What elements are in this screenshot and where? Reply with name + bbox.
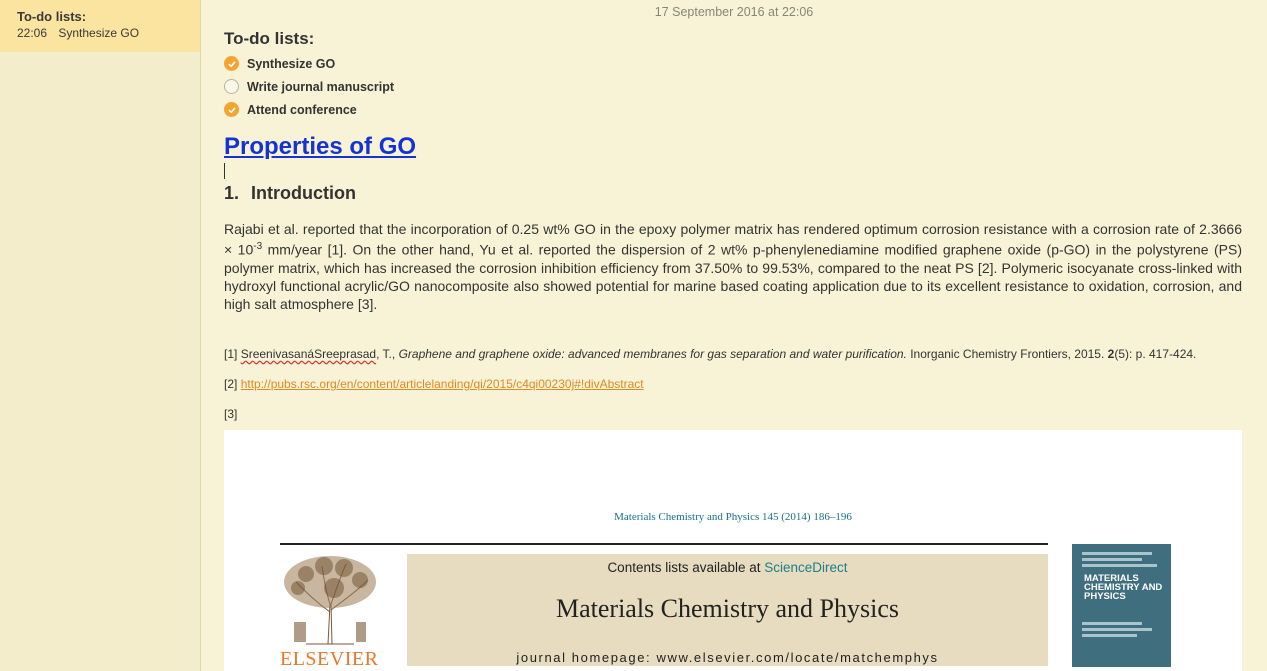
checklist-item-label[interactable]: Attend conference	[247, 103, 357, 117]
publisher-name: ELSEVIER	[280, 648, 379, 670]
embedded-paper-image[interactable]: Materials Chemistry and Physics 145 (201…	[224, 430, 1242, 671]
checklist-item: Attend conference	[224, 98, 394, 121]
section-heading: 1. Introduction	[224, 183, 356, 204]
checklist-item-label[interactable]: Write journal manuscript	[247, 80, 394, 94]
note-list-item-preview: Synthesize GO	[58, 26, 140, 40]
divider	[280, 543, 1048, 545]
checklist-item: Synthesize GO	[224, 52, 394, 75]
journal-cover-image: MATERIALS CHEMISTRY AND PHYSICS	[1072, 544, 1171, 667]
contents-available: Contents lists available at ScienceDirec…	[407, 560, 1048, 575]
reference-title: Graphene and graphene oxide: advanced me…	[398, 347, 907, 361]
reference-number: [2]	[224, 377, 238, 391]
reference-number: [1]	[224, 347, 238, 361]
reference-2: [2] http://pubs.rsc.org/en/content/artic…	[224, 377, 644, 391]
body-paragraph[interactable]: Rajabi et al. reported that the incorpor…	[224, 220, 1242, 314]
notes-sidebar: To-do lists: 22:06 Synthesize GO	[0, 0, 201, 671]
section-title: Introduction	[251, 183, 356, 203]
reference-number: [3]	[224, 407, 238, 421]
note-list-item-subtitle: 22:06 Synthesize GO	[17, 26, 200, 40]
reference-pages: (5): p. 417-424.	[1114, 347, 1197, 361]
todo-title[interactable]: To-do lists:	[224, 29, 314, 49]
reference-author: SreenivasanáSreeprasad	[240, 347, 377, 361]
section-number: 1.	[224, 183, 240, 203]
checklist-item: Write journal manuscript	[224, 75, 394, 98]
paragraph-exponent: -3	[253, 241, 263, 253]
checklist-item-label[interactable]: Synthesize GO	[247, 57, 335, 71]
paragraph-text: mm/year [1]. On the other hand, Yu et al…	[224, 241, 1243, 313]
sciencedirect-link: ScienceDirect	[764, 560, 848, 575]
paper-journal-reference: Materials Chemistry and Physics 145 (201…	[614, 511, 852, 523]
text-cursor	[224, 163, 225, 179]
note-list-item-time: 22:06	[17, 26, 48, 40]
tree-icon	[284, 556, 376, 645]
journal-banner: Contents lists available at ScienceDirec…	[407, 554, 1048, 666]
heading-link[interactable]: Properties of GO	[224, 133, 416, 161]
cover-stripe	[1082, 564, 1157, 567]
reference-author-initial: , T.,	[376, 347, 399, 361]
reference-link[interactable]: http://pubs.rsc.org/en/content/articlela…	[241, 377, 644, 391]
journal-homepage: journal homepage: www.elsevier.com/locat…	[516, 650, 939, 665]
checked-circle-icon[interactable]	[224, 56, 239, 71]
reference-3: [3]	[224, 407, 237, 421]
note-list-item-title: To-do lists:	[17, 9, 87, 24]
cover-stripe	[1082, 558, 1142, 561]
contents-available-text: Contents lists available at	[607, 560, 765, 575]
journal-title: Materials Chemistry and Physics	[555, 594, 899, 623]
note-date: 17 September 2016 at 22:06	[654, 5, 814, 19]
checked-circle-icon[interactable]	[224, 102, 239, 117]
checklist: Synthesize GO Write journal manuscript A…	[224, 52, 394, 121]
cover-stripe	[1082, 628, 1152, 631]
cover-title: MATERIALS CHEMISTRY AND PHYSICS	[1084, 573, 1163, 602]
note-list-item[interactable]: To-do lists: 22:06 Synthesize GO	[0, 0, 200, 52]
elsevier-logo: ELSEVIER	[276, 552, 384, 671]
reference-journal: Inorganic Chemistry Frontiers, 2015.	[906, 347, 1108, 361]
empty-circle-icon[interactable]	[224, 79, 239, 94]
cover-stripe	[1082, 552, 1152, 555]
note-editor[interactable]: 17 September 2016 at 22:06 To-do lists: …	[201, 0, 1267, 671]
cover-stripe	[1082, 622, 1142, 625]
reference-1: [1] SreenivasanáSreeprasad, T., Graphene…	[224, 347, 1196, 361]
cover-stripe	[1082, 634, 1137, 637]
